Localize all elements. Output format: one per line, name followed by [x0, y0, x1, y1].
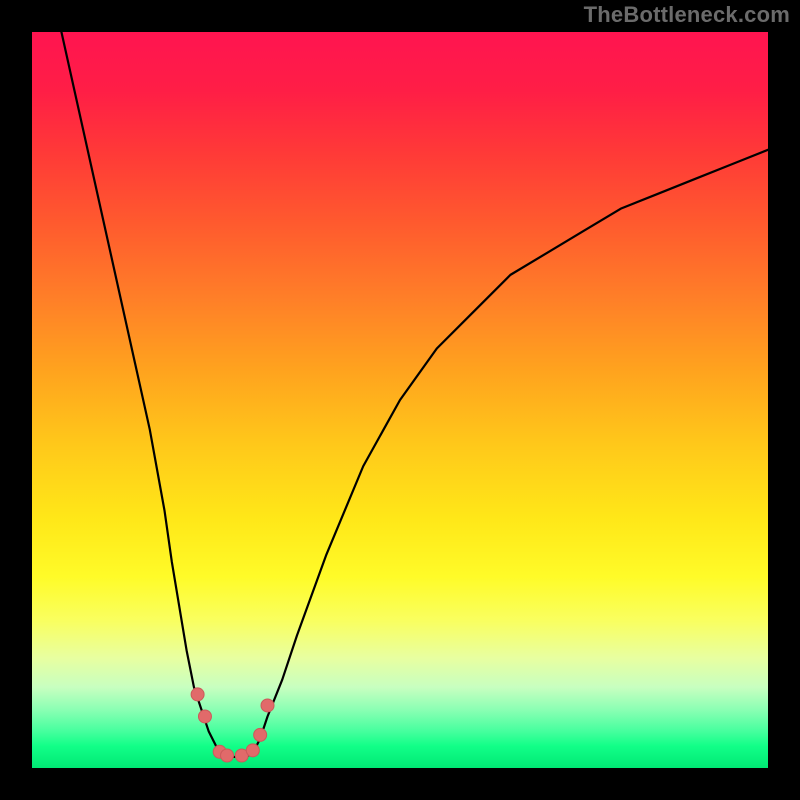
valley-marker [254, 728, 267, 741]
curve-left-branch [61, 32, 223, 753]
valley-marker [221, 749, 234, 762]
watermark-text: TheBottleneck.com [584, 2, 790, 28]
valley-marker-group [191, 688, 274, 762]
valley-marker [198, 710, 211, 723]
curve-right-branch [253, 150, 768, 754]
valley-marker [191, 688, 204, 701]
chart-frame: TheBottleneck.com [0, 0, 800, 800]
valley-marker [246, 744, 259, 757]
chart-plot-area [32, 32, 768, 768]
curve-svg [32, 32, 768, 768]
valley-marker [261, 699, 274, 712]
